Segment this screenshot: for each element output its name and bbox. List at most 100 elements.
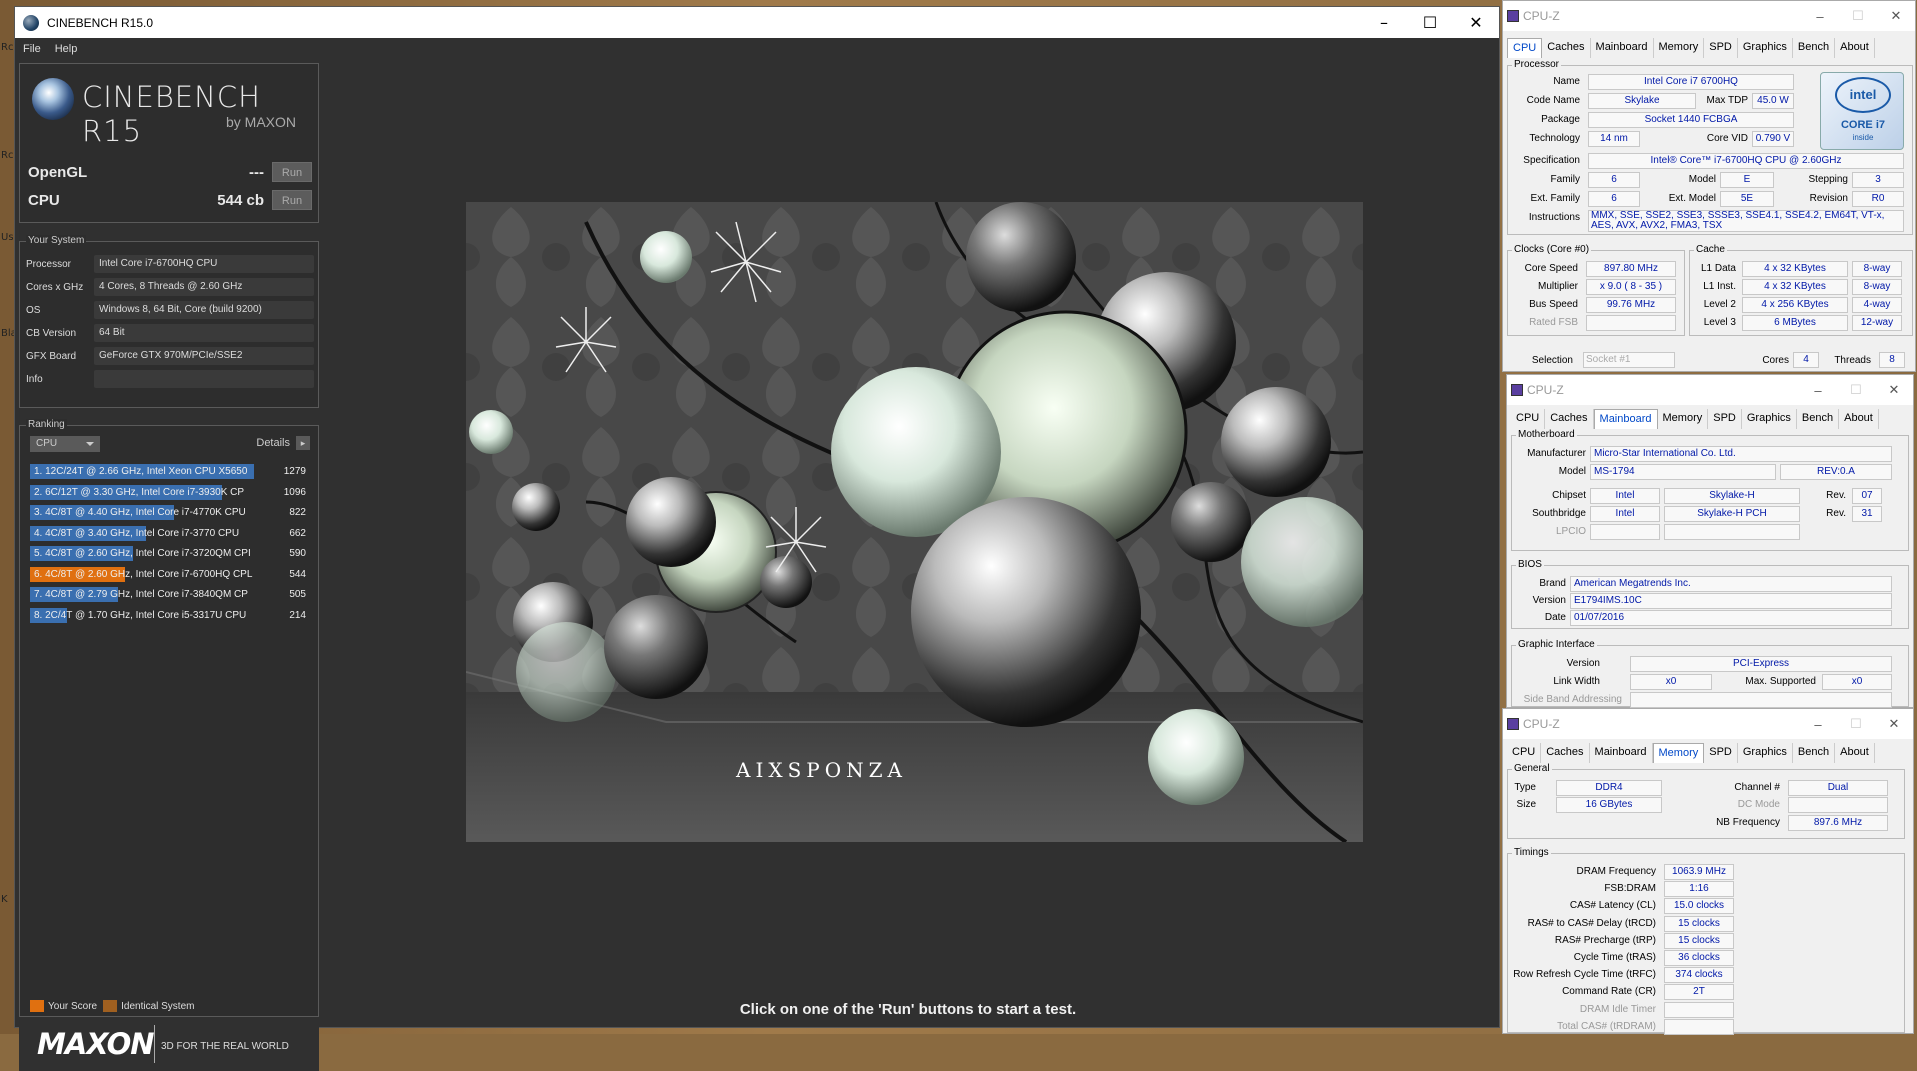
link-width-value: x0	[1630, 674, 1712, 690]
maximize-icon[interactable]: ☐	[1837, 382, 1875, 398]
tab-about[interactable]: About	[1835, 743, 1875, 763]
tab-graphics[interactable]: Graphics	[1742, 409, 1797, 429]
minimize-icon[interactable]: –	[1801, 9, 1839, 24]
tab-graphics[interactable]: Graphics	[1738, 38, 1793, 58]
tab-cpu[interactable]: CPU	[1507, 38, 1543, 58]
menu-file[interactable]: File	[23, 43, 41, 55]
graphic-interface-group: Graphic Interface Version PCI-Express Li…	[1511, 639, 1909, 708]
graphic-interface-label: Graphic Interface	[1516, 639, 1597, 650]
motherboard-group-label: Motherboard	[1516, 429, 1577, 440]
system-row: OS Windows 8, 64 Bit, Core (build 9200)	[26, 300, 314, 320]
tab-about[interactable]: About	[1835, 38, 1875, 58]
socket-select[interactable]: Socket #1	[1583, 352, 1675, 368]
cpuz-titlebar[interactable]: CPU-Z – ☐ ✕	[1507, 375, 1913, 405]
ranking-row[interactable]: 7. 4C/8T @ 2.79 GHz, Intel Core i7-3840Q…	[30, 587, 314, 602]
maximize-icon[interactable]: ☐	[1407, 13, 1453, 32]
name-label: Name	[1553, 76, 1580, 87]
maxon-tagline: 3D FOR THE REAL WORLD	[161, 1041, 289, 1052]
tab-bench[interactable]: Bench	[1793, 743, 1836, 763]
type-value: DDR4	[1556, 780, 1662, 796]
details-button[interactable]: Details ▸	[256, 436, 310, 450]
ranking-legend: Your Score Identical System	[30, 1000, 194, 1012]
badge-line: CORE i7	[1840, 119, 1885, 131]
tab-cpu[interactable]: CPU	[1507, 743, 1542, 763]
ranking-row-label: 5. 4C/8T @ 2.60 GHz, Intel Core i7-3720Q…	[34, 548, 251, 559]
tab-bench[interactable]: Bench	[1797, 409, 1840, 429]
ranking-row-label: 1. 12C/24T @ 2.66 GHz, Intel Xeon CPU X5…	[34, 466, 248, 477]
render-logo: AIXSPONZA	[735, 758, 902, 782]
level3-ways: 12-way	[1852, 315, 1902, 331]
lpcio-label: LPCIO	[1555, 526, 1586, 537]
ranking-panel: Ranking CPU Details ▸ 1. 12C/24T @ 2.66 G…	[19, 419, 319, 1017]
ranking-row[interactable]: 6. 4C/8T @ 2.60 GHz, Intel Core i7-6700H…	[30, 566, 314, 582]
tab-mainboard[interactable]: Mainboard	[1590, 743, 1653, 763]
maximize-icon[interactable]: ☐	[1839, 8, 1877, 24]
bios-brand-value: American Megatrends Inc.	[1570, 576, 1892, 592]
ranking-row[interactable]: 5. 4C/8T @ 2.60 GHz, Intel Core i7-3720Q…	[30, 546, 314, 561]
tab-memory[interactable]: Memory	[1654, 38, 1705, 58]
info-input[interactable]	[94, 370, 314, 388]
ranking-row[interactable]: 3. 4C/8T @ 4.40 GHz, Intel Core i7-4770K…	[30, 505, 314, 520]
ranking-row-score: 662	[289, 527, 306, 539]
cpuz-titlebar[interactable]: CPU-Z – ☐ ✕	[1503, 1, 1915, 31]
system-value: Windows 8, 64 Bit, Core (build 9200)	[94, 301, 314, 319]
minimize-icon[interactable]: –	[1799, 383, 1837, 398]
cpuz-titlebar[interactable]: CPU-Z – ☐ ✕	[1503, 709, 1913, 739]
maximize-icon[interactable]: ☐	[1837, 716, 1875, 732]
ext-model-label: Ext. Model	[1668, 193, 1716, 204]
tab-caches[interactable]: Caches	[1545, 409, 1594, 429]
close-icon[interactable]: ✕	[1877, 8, 1915, 24]
tab-spd[interactable]: SPD	[1708, 409, 1742, 429]
tab-caches[interactable]: Caches	[1541, 743, 1590, 763]
maxon-logo: MAXON	[37, 1027, 155, 1061]
ranking-row[interactable]: 1. 12C/24T @ 2.66 GHz, Intel Xeon CPU X5…	[30, 464, 314, 479]
timing-value	[1664, 1001, 1734, 1018]
processor-group-label: Processor	[1512, 59, 1562, 70]
ranking-row[interactable]: 2. 6C/12T @ 3.30 GHz, Intel Core i7-3930…	[30, 484, 314, 500]
opengl-run-button[interactable]: Run	[272, 162, 312, 182]
tab-caches[interactable]: Caches	[1542, 38, 1591, 58]
chipset-rev-label: Rev.	[1826, 490, 1846, 501]
tab-spd[interactable]: SPD	[1704, 38, 1738, 58]
tab-mainboard[interactable]: Mainboard	[1591, 38, 1654, 58]
timings-group-label: Timings	[1512, 847, 1551, 858]
size-value: 16 GBytes	[1556, 797, 1662, 813]
cinebench-titlebar[interactable]: CINEBENCH R15.0 – ☐ ✕	[15, 7, 1499, 38]
tab-spd[interactable]: SPD	[1704, 743, 1738, 763]
tab-graphics[interactable]: Graphics	[1738, 743, 1793, 763]
cpu-row: CPU 544 cb Run	[28, 188, 312, 212]
minimize-icon[interactable]: –	[1361, 13, 1407, 32]
legend-identical-system: Identical System	[121, 1000, 195, 1012]
ranking-row-label: 6. 4C/8T @ 2.60 GHz, Intel Core i7-6700H…	[34, 568, 253, 580]
tab-mainboard[interactable]: Mainboard	[1593, 409, 1658, 429]
menu-help[interactable]: Help	[55, 43, 78, 55]
cpuz-cpu-window: CPU-Z – ☐ ✕ CPU Caches Mainboard Memory SPD G…	[1502, 0, 1916, 372]
nb-frequency-label: NB Frequency	[1716, 817, 1780, 828]
close-icon[interactable]: ✕	[1453, 13, 1499, 32]
chipset-label: Chipset	[1552, 490, 1586, 501]
chipset-rev-value: 07	[1852, 488, 1882, 504]
timing-label: Command Rate (CR)	[1562, 986, 1656, 998]
ranking-row[interactable]: 8. 2C/4T @ 1.70 GHz, Intel Core i5-3317U…	[30, 607, 314, 623]
bios-group: BIOS Brand American Megatrends Inc. Vers…	[1511, 559, 1909, 629]
tab-about[interactable]: About	[1839, 409, 1879, 429]
left-panel: CINEBENCH R15 by MAXON OpenGL --- Run CP…	[19, 63, 319, 1071]
l1-inst-value: 4 x 32 KBytes	[1742, 279, 1848, 295]
tab-bench[interactable]: Bench	[1793, 38, 1836, 58]
southbridge-rev-label: Rev.	[1826, 508, 1846, 519]
close-icon[interactable]: ✕	[1875, 716, 1913, 732]
ranking-row-score: 544	[289, 568, 306, 580]
multiplier-value: x 9.0 ( 8 - 35 )	[1586, 279, 1676, 295]
tab-memory[interactable]: Memory	[1652, 743, 1705, 763]
cpu-run-button[interactable]: Run	[272, 190, 312, 210]
bios-version-value: E1794IMS.10C	[1570, 593, 1892, 609]
minimize-icon[interactable]: –	[1799, 717, 1837, 732]
manufacturer-value: Micro-Star International Co. Ltd.	[1590, 446, 1892, 462]
stepping-value: 3	[1852, 172, 1904, 188]
ranking-type-select[interactable]: CPU	[30, 436, 100, 452]
model-revision: REV:0.A	[1780, 464, 1892, 480]
tab-cpu[interactable]: CPU	[1511, 409, 1546, 429]
tab-memory[interactable]: Memory	[1658, 409, 1709, 429]
close-icon[interactable]: ✕	[1875, 382, 1913, 398]
ranking-row[interactable]: 4. 4C/8T @ 3.40 GHz, Intel Core i7-3770 …	[30, 525, 314, 541]
